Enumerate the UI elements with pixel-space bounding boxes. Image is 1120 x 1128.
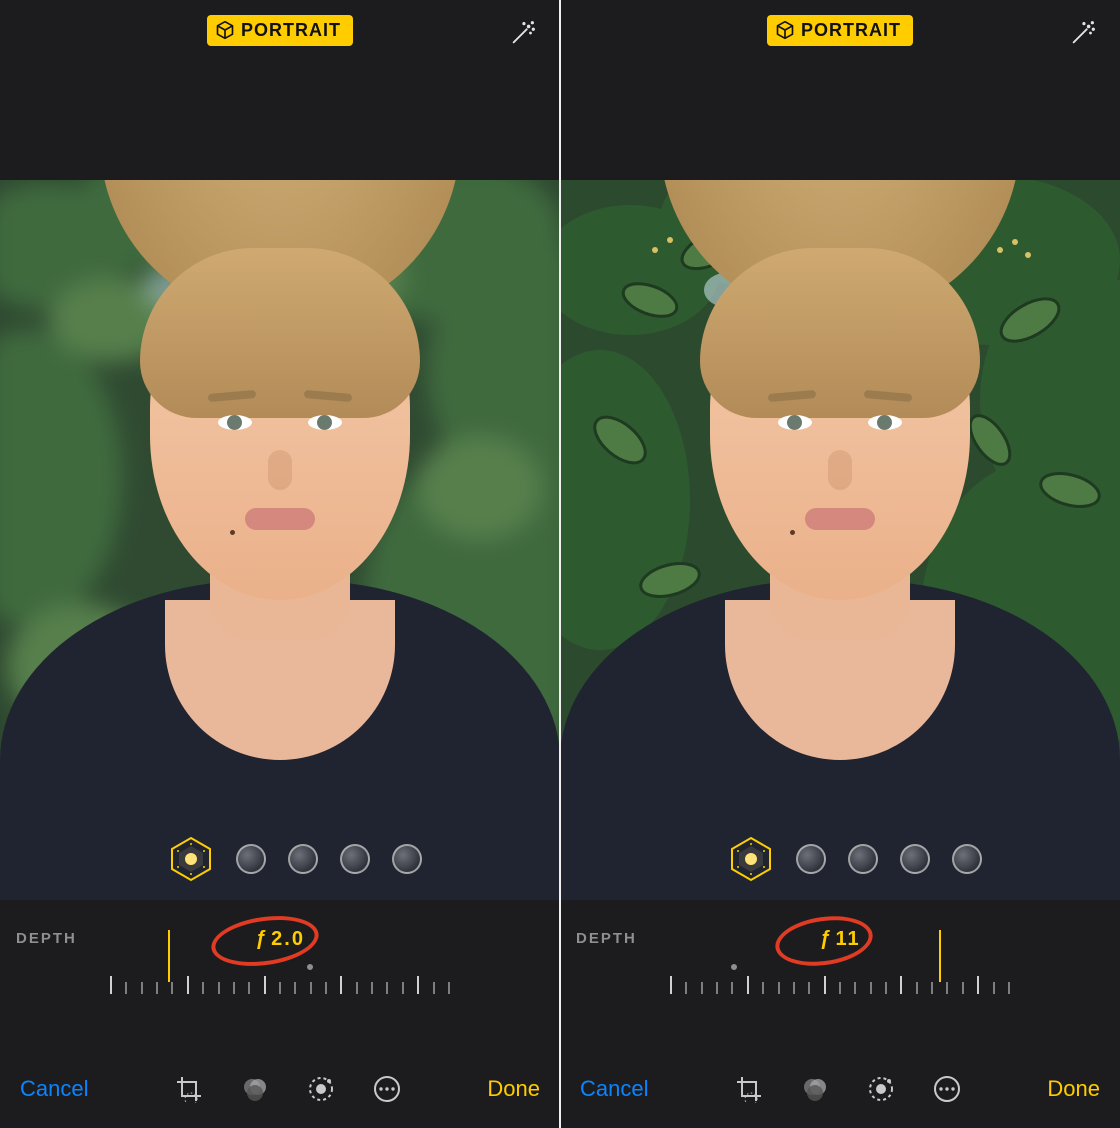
portrait-mode-badge[interactable]: PORTRAIT	[207, 15, 353, 46]
lighting-option-3[interactable]	[848, 844, 878, 874]
cancel-button[interactable]: Cancel	[580, 1076, 648, 1102]
done-button[interactable]: Done	[487, 1076, 540, 1102]
crop-tool-button[interactable]	[735, 1075, 763, 1103]
lighting-option-2[interactable]	[796, 844, 826, 874]
subject	[10, 180, 550, 900]
depth-label: DEPTH	[576, 930, 637, 947]
lighting-natural-selected[interactable]	[168, 836, 214, 882]
ellipsis-icon	[373, 1075, 401, 1103]
portrait-mode-label: PORTRAIT	[241, 20, 341, 41]
portrait-mode-badge[interactable]: PORTRAIT	[767, 15, 913, 46]
depth-control: DEPTH ƒ2.0	[0, 900, 560, 1000]
depth-control: DEPTH ƒ11	[560, 900, 1120, 1000]
top-bar: PORTRAIT	[0, 0, 560, 60]
more-tool-button[interactable]	[933, 1075, 961, 1103]
crop-icon	[735, 1075, 763, 1103]
crop-tool-button[interactable]	[175, 1075, 203, 1103]
lighting-effects-row	[168, 836, 392, 882]
depth-indicator	[168, 930, 170, 982]
lighting-option-4[interactable]	[900, 844, 930, 874]
lighting-option-3[interactable]	[288, 844, 318, 874]
depth-fstop-value: ƒ2.0	[255, 928, 305, 951]
lighting-effects-row	[728, 836, 952, 882]
adjust-tool-button[interactable]	[307, 1075, 335, 1103]
crop-icon	[175, 1075, 203, 1103]
ellipsis-icon	[933, 1075, 961, 1103]
more-tool-button[interactable]	[373, 1075, 401, 1103]
photo-preview[interactable]	[560, 180, 1120, 900]
lighting-option-4[interactable]	[340, 844, 370, 874]
cancel-button[interactable]: Cancel	[20, 1076, 88, 1102]
editor-panel-left: PORTRAIT	[0, 0, 560, 1128]
depth-indicator	[939, 930, 941, 982]
cube-icon	[775, 20, 795, 40]
done-button[interactable]: Done	[1047, 1076, 1100, 1102]
auto-enhance-button[interactable]	[508, 18, 538, 48]
filters-icon	[801, 1075, 829, 1103]
adjust-icon	[307, 1075, 335, 1103]
subject	[570, 180, 1110, 900]
portrait-mode-label: PORTRAIT	[801, 20, 901, 41]
filters-icon	[241, 1075, 269, 1103]
depth-fstop-value: ƒ11	[819, 928, 860, 951]
lighting-option-5[interactable]	[952, 844, 982, 874]
editor-panel-right: PORTRAIT	[560, 0, 1120, 1128]
depth-slider[interactable]	[670, 964, 1010, 994]
depth-label: DEPTH	[16, 930, 77, 947]
lighting-option-5[interactable]	[392, 844, 422, 874]
adjust-icon	[867, 1075, 895, 1103]
auto-enhance-button[interactable]	[1068, 18, 1098, 48]
lighting-option-2[interactable]	[236, 844, 266, 874]
filters-tool-button[interactable]	[241, 1075, 269, 1103]
top-bar: PORTRAIT	[560, 0, 1120, 60]
depth-slider[interactable]	[110, 964, 450, 994]
filters-tool-button[interactable]	[801, 1075, 829, 1103]
photo-preview[interactable]	[0, 180, 560, 900]
bottom-toolbar: Cancel Done	[0, 1050, 560, 1128]
adjust-tool-button[interactable]	[867, 1075, 895, 1103]
cube-icon	[215, 20, 235, 40]
lighting-natural-selected[interactable]	[728, 836, 774, 882]
wand-icon	[508, 18, 538, 48]
wand-icon	[1068, 18, 1098, 48]
bottom-toolbar: Cancel Done	[560, 1050, 1120, 1128]
